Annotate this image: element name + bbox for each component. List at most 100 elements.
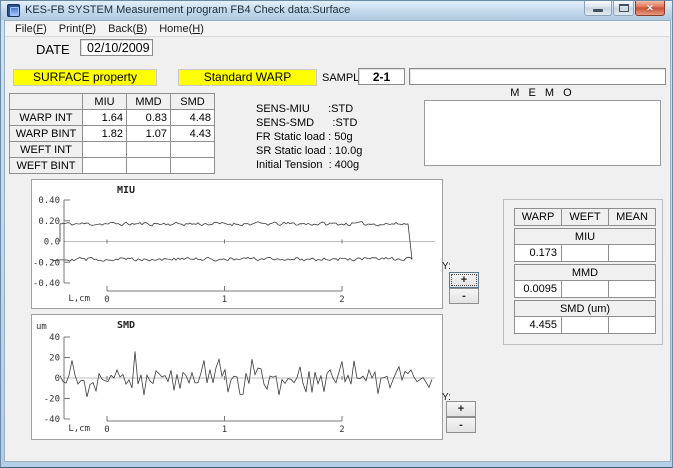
x-tick-label: 2 (339, 425, 344, 435)
corner-cell (10, 94, 83, 110)
y-tick-label: 40 (49, 333, 60, 343)
date-field[interactable]: 02/10/2009 (80, 39, 153, 56)
x-tick-label: 0 (104, 295, 109, 305)
x-tick-label: 1 (222, 425, 227, 435)
row-label: WARP BINT (10, 126, 83, 142)
result-section-miu: MIU (515, 229, 656, 245)
table-row: WARP INT 1.64 0.83 4.48 (10, 110, 215, 126)
smd-yzoom-plus-button[interactable]: + (446, 401, 476, 417)
value-cell (609, 317, 656, 334)
y-tick-label: -40 (44, 415, 60, 425)
table-row: WEFT INT (10, 142, 215, 158)
row-label: WEFT INT (10, 142, 83, 158)
window-title: KES-FB SYSTEM Measurement program FB4 Ch… (25, 4, 350, 16)
window-controls: ✕ (584, 1, 665, 16)
sens-line: SR Static load : 10.0g (256, 144, 362, 158)
smd-xaxis-label: L,cm (68, 424, 90, 434)
sens-line: Initial Tension : 400g (256, 158, 362, 172)
value-cell (83, 142, 127, 158)
result-col-mean: MEAN (609, 209, 656, 226)
title-bar[interactable]: KES-FB SYSTEM Measurement program FB4 Ch… (1, 1, 672, 20)
close-button[interactable]: ✕ (635, 1, 665, 16)
value-cell: 4.455 (515, 317, 562, 334)
value-cell: 4.43 (171, 126, 215, 142)
value-cell: 0.83 (127, 110, 171, 126)
result-values-smd: 4.455 (515, 317, 656, 334)
sensor-settings: SENS-MIU :STD SENS-SMD :STD FR Static lo… (256, 102, 362, 172)
sens-line: SENS-MIU :STD (256, 102, 362, 116)
value-cell: 4.48 (171, 110, 215, 126)
signal-trace (60, 222, 408, 226)
miu-yzoom-minus-button[interactable]: - (449, 288, 479, 304)
miu-chart-panel: MIU L,cm 0.40 0.20 0.0 -0.20 -0.40 0 1 2 (31, 179, 443, 309)
sens-line: SENS-SMD :STD (256, 116, 362, 130)
y-tick-label: 0 (55, 374, 60, 384)
col-header-miu: MIU (83, 94, 127, 110)
app-icon (7, 4, 20, 17)
result-col-weft: WEFT (562, 209, 609, 226)
result-values-mmd: 0.0095 (515, 281, 656, 298)
value-cell (562, 281, 609, 298)
result-section-smd: SMD (um) (515, 301, 656, 317)
menu-item-back[interactable]: Back(B) (102, 22, 153, 36)
value-cell: 1.07 (127, 126, 171, 142)
result-panel: WARP WEFT MEAN MIU 0.173 MMD (503, 199, 663, 345)
x-tick-label: 1 (222, 295, 227, 305)
close-icon: ✕ (636, 1, 664, 15)
menu-item-home[interactable]: Home(H) (153, 22, 210, 36)
x-tick-label: 0 (104, 425, 109, 435)
y-tick-label: 0.0 (44, 238, 60, 248)
miu-yzoom-label: Y: (442, 261, 451, 272)
sample-field[interactable]: 2-1 (358, 68, 405, 85)
client-area: File(F) Print(P) Back(B) Home(H) DATE 02… (4, 20, 671, 462)
value-cell (609, 281, 656, 298)
y-tick-label: -0.20 (33, 258, 60, 268)
section-label: MMD (515, 265, 656, 281)
value-cell: 0.173 (515, 245, 562, 262)
result-header-row: WARP WEFT MEAN (515, 209, 656, 226)
value-cell (171, 142, 215, 158)
minimize-button[interactable] (584, 1, 612, 16)
sens-line: FR Static load : 50g (256, 130, 362, 144)
x-tick-label: 2 (339, 295, 344, 305)
section-label: MIU (515, 229, 656, 245)
y-tick-label: 20 (49, 354, 60, 364)
col-header-smd: SMD (171, 94, 215, 110)
value-cell (83, 158, 127, 174)
app-window: KES-FB SYSTEM Measurement program FB4 Ch… (0, 0, 673, 468)
menu-item-print[interactable]: Print(P) (53, 22, 102, 36)
maximize-icon (619, 4, 629, 12)
miu-xaxis-label: L,cm (68, 294, 90, 304)
smd-chart: SMD um L,cm 40200-20-40012 (32, 315, 442, 439)
value-cell (127, 158, 171, 174)
sample-note-field[interactable] (409, 68, 666, 85)
measurement-table: MIU MMD SMD WARP INT 1.64 0.83 4.48 WARP… (9, 93, 215, 174)
miu-yzoom-plus-button[interactable]: + (449, 272, 479, 288)
menu-item-file[interactable]: File(F) (9, 22, 53, 36)
smd-yzoom-minus-button[interactable]: - (446, 417, 476, 433)
y-tick-label: 0.20 (38, 217, 60, 227)
maximize-button[interactable] (613, 1, 634, 16)
standard-warp-label: Standard WARP (178, 69, 317, 86)
signal-trace (52, 257, 412, 261)
date-label: DATE (36, 42, 70, 57)
smd-chart-title: SMD (117, 320, 135, 331)
y-tick-label: -0.40 (33, 279, 60, 289)
value-cell (609, 245, 656, 262)
value-cell (562, 245, 609, 262)
memo-label: M E M O (424, 87, 661, 99)
miu-chart-title: MIU (117, 185, 135, 196)
value-cell: 0.0095 (515, 281, 562, 298)
row-label: WEFT BINT (10, 158, 83, 174)
result-table: WARP WEFT MEAN MIU 0.173 MMD (514, 208, 656, 334)
memo-input[interactable] (424, 100, 661, 166)
result-values-miu: 0.173 (515, 245, 656, 262)
table-row: WEFT BINT (10, 158, 215, 174)
y-tick-label: 0.40 (38, 196, 60, 206)
section-label: SMD (um) (515, 301, 656, 317)
value-cell (171, 158, 215, 174)
y-tick-label: -20 (44, 395, 60, 405)
surface-property-label: SURFACE property (13, 69, 157, 86)
value-cell: 1.82 (83, 126, 127, 142)
minimize-icon (593, 9, 603, 12)
